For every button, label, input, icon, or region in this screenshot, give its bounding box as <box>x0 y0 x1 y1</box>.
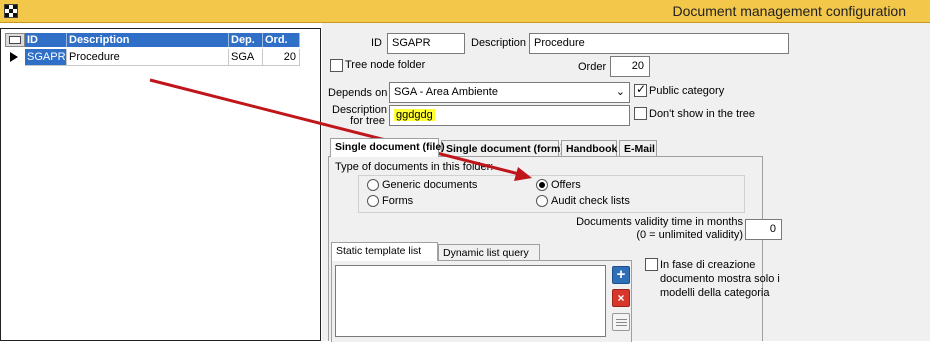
tab-single-document-form[interactable]: Single document (form) <box>441 140 564 157</box>
document-type-group-label: Type of documents in this folder: <box>335 161 494 173</box>
generic-documents-radio[interactable] <box>367 179 379 191</box>
id-label: ID <box>371 37 382 49</box>
description-for-tree-field[interactable]: ggdgdg <box>389 105 630 126</box>
settings-panel: ID SGAPR Description Procedure Tree node… <box>322 23 930 342</box>
grid-select-all-icon[interactable] <box>5 33 25 47</box>
creation-category-only-label: In fase di creazione documento mostra so… <box>660 259 780 299</box>
column-header-dep[interactable]: Dep. <box>229 33 263 47</box>
offers-label: Offers <box>551 179 581 191</box>
static-template-list[interactable] <box>335 265 606 337</box>
tab-handbook[interactable]: Handbook <box>561 140 617 157</box>
table-row-description-cell[interactable]: Procedure <box>67 49 229 66</box>
forms-label: Forms <box>382 195 414 207</box>
table-row-dep-cell[interactable]: SGA <box>229 49 263 66</box>
dont-show-in-tree-checkbox[interactable] <box>634 107 647 120</box>
window-title: Document management configuration <box>672 3 906 19</box>
dont-show-in-tree-label: Don't show in the tree <box>649 108 756 120</box>
public-category-label: Public category <box>649 85 725 97</box>
validity-field[interactable]: 0 <box>745 219 782 240</box>
offers-radio[interactable] <box>536 179 548 191</box>
forms-radio[interactable] <box>367 195 379 207</box>
row-pointer-icon <box>5 49 25 66</box>
audit-check-lists-radio[interactable] <box>536 195 548 207</box>
document-type-group: Generic documents Forms Offers Audit che… <box>358 175 745 213</box>
tree-node-folder-label: Tree node folder <box>345 59 426 71</box>
column-header-ord[interactable]: Ord. <box>263 33 300 47</box>
checkered-app-icon[interactable] <box>4 4 18 18</box>
depends-on-select[interactable]: SGA - Area Ambiente ⌄ <box>389 82 630 103</box>
depends-on-label: Depends on <box>328 87 388 99</box>
audit-check-lists-label: Audit check lists <box>551 195 630 207</box>
tab-static-template-list[interactable]: Static template list <box>331 242 438 261</box>
description-label: Description <box>471 37 527 49</box>
creation-category-only-checkbox[interactable] <box>645 258 658 271</box>
column-header-id[interactable]: ID <box>25 33 67 47</box>
depends-on-value: SGA - Area Ambiente <box>394 86 498 98</box>
table-row-ord-cell[interactable]: 20 <box>263 49 300 66</box>
document-icon[interactable] <box>612 313 630 331</box>
folder-list-panel: ID Description Dep. Ord. SGAPR Procedure… <box>0 28 321 341</box>
public-category-checkbox[interactable] <box>634 82 647 97</box>
validity-label: Documents validity time in months (0 = u… <box>576 216 743 241</box>
tree-node-folder-checkbox[interactable] <box>330 59 343 72</box>
tab-content-single-document-file: Type of documents in this folder: Generi… <box>328 156 782 342</box>
tab-dynamic-list-query[interactable]: Dynamic list query <box>438 244 540 261</box>
plus-icon[interactable]: + <box>612 266 630 284</box>
description-for-tree-value: ggdgdg <box>394 109 435 121</box>
chevron-down-icon[interactable]: ⌄ <box>616 83 625 102</box>
order-label: Order <box>578 61 607 73</box>
tab-email[interactable]: E-Mail <box>619 140 657 157</box>
red-x-icon[interactable]: × <box>612 289 630 307</box>
order-field[interactable]: 20 <box>610 56 650 77</box>
tab-single-document-file[interactable]: Single document (file) <box>330 138 445 157</box>
description-field[interactable]: Procedure <box>529 33 789 54</box>
description-for-tree-label: Description for tree <box>332 104 388 127</box>
template-list-panel: + × <box>331 260 632 342</box>
id-field[interactable]: SGAPR <box>387 33 465 54</box>
table-row-id-cell[interactable]: SGAPR <box>25 49 67 66</box>
column-header-description[interactable]: Description <box>67 33 229 47</box>
generic-documents-label: Generic documents <box>382 179 478 191</box>
title-bar: Document management configuration <box>0 0 930 23</box>
